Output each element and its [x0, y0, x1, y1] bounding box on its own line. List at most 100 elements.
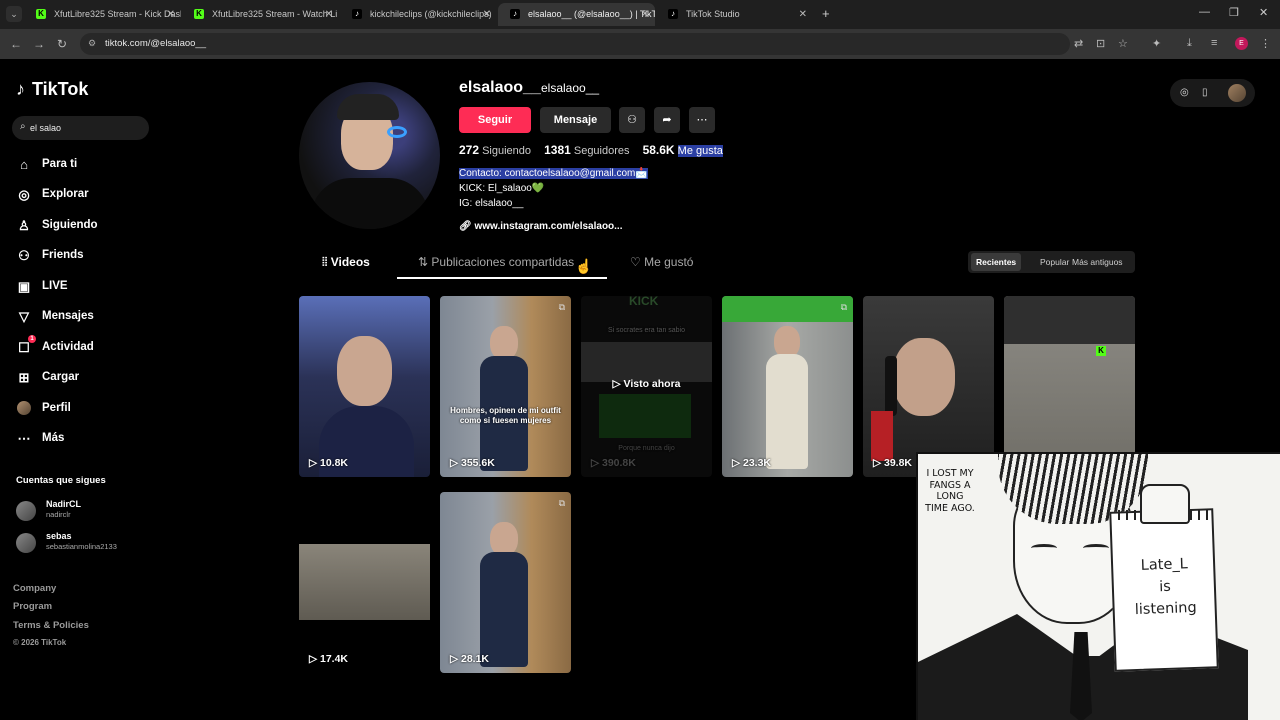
browser-profile-avatar[interactable]: E	[1235, 37, 1248, 50]
top-right-widget: ◎ ▯	[1170, 79, 1255, 107]
browser-tab-5[interactable]: ♪ TikTok Studio ✕	[656, 3, 813, 26]
view-count: ▷ 39.8K	[873, 457, 912, 469]
user-avatar[interactable]	[1228, 84, 1246, 102]
person-add-icon: ⚇	[627, 114, 637, 126]
tab-title: elsalaoo__ (@elsalaoo__) | TikTo	[528, 9, 655, 19]
video-card[interactable]: K	[1004, 296, 1135, 477]
following-count[interactable]: 272	[459, 143, 479, 157]
tab-title: TikTok Studio	[686, 9, 740, 19]
sort-mas-antiguos[interactable]: Más antiguos	[1067, 251, 1128, 273]
minimize-icon[interactable]: —	[1199, 6, 1210, 18]
nav-label: Cargar	[42, 371, 80, 383]
bookmark-star-icon[interactable]: ☆	[1118, 37, 1128, 50]
nav-label: Actividad	[42, 341, 94, 353]
tab-liked[interactable]: ♡ Me gustó	[630, 255, 693, 269]
close-window-icon[interactable]: ✕	[1259, 6, 1268, 19]
browser-toolbar: ← → ↻ ⚙ tiktok.com/@elsalaoo__ ⇄ ⊡ ☆ ✦ ⤓…	[0, 29, 1280, 59]
multi-image-icon: ⧉	[558, 498, 565, 508]
media-icon[interactable]: ≡	[1211, 37, 1217, 49]
notification-badge: 1	[28, 335, 36, 343]
forward-icon[interactable]: →	[33, 37, 45, 51]
video-card[interactable]: ⧉ ▷ 28.1K	[440, 492, 571, 673]
followers-label[interactable]: Seguidores	[574, 145, 630, 157]
tab-search-button[interactable]: ⌄	[6, 6, 22, 22]
search-input[interactable]: ⌕ el salao	[12, 116, 149, 140]
address-bar[interactable]: ⚙ tiktok.com/@elsalaoo__ ⇄ ⊡ ☆	[80, 33, 1128, 55]
close-tab-icon[interactable]: ✕	[641, 3, 649, 26]
nav-label: Explorar	[42, 188, 89, 200]
account-handle: sebastianmolina2133	[46, 542, 117, 551]
video-caption: Hombres, opinen de mi outfit como si fue…	[450, 406, 561, 425]
thumb-top	[1004, 296, 1135, 344]
close-tab-icon[interactable]: ✕	[799, 3, 807, 26]
compass-icon[interactable]: ◎	[1180, 87, 1189, 98]
extensions-icon[interactable]: ✦	[1152, 37, 1161, 50]
close-tab-icon[interactable]: ✕	[325, 3, 333, 26]
thumb-body	[766, 354, 808, 469]
sort-recientes[interactable]: Recientes	[971, 253, 1022, 271]
view-count-value: 390.8K	[602, 457, 636, 469]
footer-link-terms[interactable]: Terms & Policies	[13, 620, 89, 631]
new-tab-icon[interactable]: +	[822, 6, 830, 21]
video-card[interactable]: KICK Si socrates era tan sabio ▷ Visto a…	[581, 296, 712, 477]
play-icon: ▷	[450, 653, 459, 665]
tiktok-logo[interactable]: ♪ TikTok	[16, 79, 88, 100]
video-card[interactable]: ▷ 39.8K	[863, 296, 994, 477]
tiktok-icon: ♪	[668, 9, 678, 19]
maximize-icon[interactable]: ❐	[1229, 6, 1239, 19]
heart-icon: ♡	[630, 255, 645, 269]
manga-eye	[1031, 544, 1057, 552]
site-info-icon[interactable]: ⚙	[88, 38, 100, 50]
tiktok-icon: ♪	[16, 79, 25, 99]
follow-button[interactable]: Seguir	[459, 107, 531, 133]
nav-label: Siguiendo	[42, 219, 98, 231]
note-line-3: listening	[1134, 599, 1197, 619]
tab-reposts[interactable]: ⇅ Publicaciones compartidas	[418, 255, 574, 269]
avatar-hair	[337, 94, 399, 120]
profile-link[interactable]: 🔗︎ www.instagram.com/elsalaoo...	[459, 221, 623, 232]
menu-dots-icon[interactable]: ⋮	[1260, 37, 1271, 50]
video-card[interactable]: ⧉ Hombres, opinen de mi outfit como si f…	[440, 296, 571, 477]
share-button[interactable]: ➦	[654, 107, 680, 133]
thumb-kick-text: KICK	[629, 296, 659, 308]
avatar-body	[311, 178, 429, 229]
tab-label: Me gustó	[644, 255, 694, 269]
phone-icon[interactable]: ▯	[1202, 87, 1208, 98]
watched-now-label: ▷ Visto ahora	[581, 378, 712, 390]
grid-icon: ⦙⦙	[322, 255, 331, 269]
play-icon: ▷	[873, 457, 882, 469]
followers-count[interactable]: 1381	[544, 143, 571, 157]
translate-icon[interactable]: ⇄	[1074, 37, 1083, 50]
message-button[interactable]: Mensaje	[540, 107, 611, 133]
footer-link-program[interactable]: Program	[13, 601, 52, 612]
manga-tie	[1070, 632, 1092, 720]
browser-tab-1[interactable]: K XfutLibre325 Stream - Kick Dash ✕	[24, 3, 181, 26]
tab-videos[interactable]: ⦙⦙ Videos	[322, 255, 370, 270]
more-options-button[interactable]: ⋯	[689, 107, 715, 133]
close-tab-icon[interactable]: ✕	[167, 3, 175, 26]
more-icon: ⋯	[17, 431, 31, 446]
play-icon: ▷	[309, 457, 318, 469]
video-card[interactable]: ▷ 10.8K	[299, 296, 430, 477]
browser-tab-3[interactable]: ♪ kickchileclips (@kickchileclips) ✕	[340, 3, 497, 26]
profile-avatar[interactable]	[299, 82, 440, 229]
profile-username: elsalaoo__	[459, 79, 541, 96]
kick-icon: K	[36, 9, 46, 19]
tab-title: XfutLibre325 Stream - Kick Dash	[54, 9, 181, 19]
browser-tab-4[interactable]: ♪ elsalaoo__ (@elsalaoo__) | TikTo ✕	[498, 3, 655, 26]
footer-link-company[interactable]: Company	[13, 583, 56, 594]
add-friend-button[interactable]: ⚇	[619, 107, 645, 133]
nav-label: Friends	[42, 249, 84, 261]
download-icon[interactable]: ⤓	[1187, 37, 1192, 50]
back-icon[interactable]: ←	[10, 37, 22, 51]
avatar-light-ring	[387, 126, 407, 138]
browser-tab-2[interactable]: K XfutLibre325 Stream - Watch Li ✕	[182, 3, 339, 26]
play-icon: ▷	[591, 457, 600, 469]
reload-icon[interactable]: ↻	[57, 37, 67, 51]
video-card[interactable]: ⧉ ▷ 23.3K	[722, 296, 853, 477]
close-tab-icon[interactable]: ✕	[483, 3, 491, 26]
live-icon: ▣	[17, 279, 31, 294]
install-icon[interactable]: ⊡	[1096, 37, 1105, 50]
video-card[interactable]: ▷ 17.4K	[299, 492, 430, 673]
following-label[interactable]: Siguiendo	[482, 145, 531, 157]
